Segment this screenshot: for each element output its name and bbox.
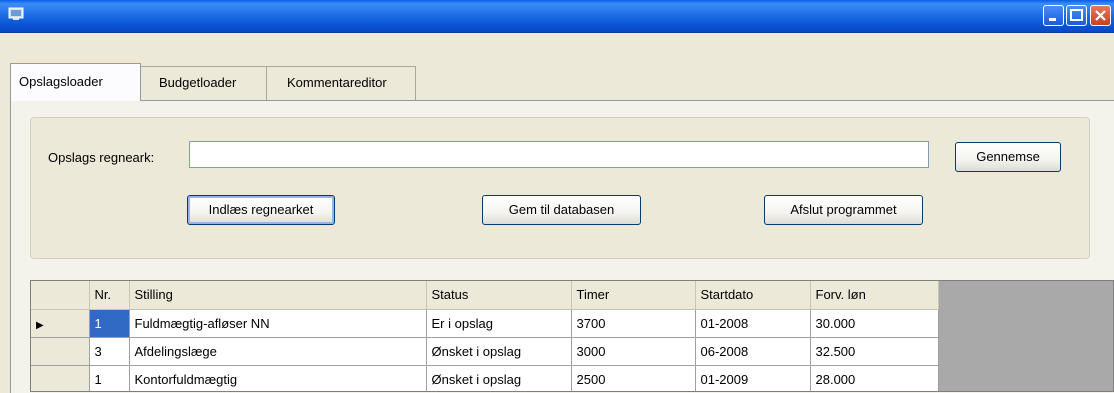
grid-cell-forv-lon[interactable]: 30.000	[810, 309, 939, 338]
grid-cell-timer[interactable]: 3700	[571, 309, 696, 338]
table-row[interactable]: 3 Afdelingslæge Ønsket i opslag 3000 06-…	[31, 337, 939, 366]
browse-button[interactable]: Gennemse	[955, 142, 1061, 172]
grid-table: Nr. Stilling Status Timer Startdato Forv…	[31, 281, 939, 391]
grid-cell-startdato[interactable]: 06-2008	[695, 337, 811, 366]
row-header[interactable]	[31, 337, 90, 366]
save-to-database-button[interactable]: Gem til databasen	[482, 195, 641, 225]
row-header[interactable]: ▶	[31, 309, 90, 338]
grid-cell-timer[interactable]: 3000	[571, 337, 696, 366]
grid-cell-startdato[interactable]: 01-2008	[695, 309, 811, 338]
quit-program-button[interactable]: Afslut programmet	[764, 195, 923, 225]
table-row[interactable]: ▶ 1 Fuldmægtig-afløser NN Er i opslag 37…	[31, 309, 939, 338]
column-header-nr[interactable]: Nr.	[89, 281, 130, 310]
grid-cell-status[interactable]: Er i opslag	[426, 309, 572, 338]
app-icon	[8, 7, 24, 20]
maximize-icon	[1070, 9, 1083, 21]
grid-cell-forv-lon[interactable]: 32.500	[810, 337, 939, 366]
load-spreadsheet-button[interactable]: Indlæs regnearket	[187, 195, 335, 225]
grid-cell-nr[interactable]: 1	[89, 365, 130, 391]
grid-cell-status[interactable]: Ønsket i opslag	[426, 337, 572, 366]
spreadsheet-path-input[interactable]	[189, 141, 929, 168]
column-header-stilling[interactable]: Stilling	[129, 281, 427, 310]
column-header-status[interactable]: Status	[426, 281, 572, 310]
close-icon	[1095, 10, 1106, 21]
column-header-forv-lon[interactable]: Forv. løn	[810, 281, 939, 310]
close-button[interactable]	[1090, 5, 1111, 26]
tab-budgetloader[interactable]: Budgetloader	[140, 66, 267, 100]
grid-cell-nr[interactable]: 1	[89, 309, 130, 338]
current-row-indicator-icon: ▶	[36, 319, 44, 331]
data-grid[interactable]: Nr. Stilling Status Timer Startdato Forv…	[30, 280, 1114, 392]
grid-cell-status[interactable]: Ønsket i opslag	[426, 365, 572, 391]
grid-cell-nr[interactable]: 3	[89, 337, 130, 366]
grid-cell-startdato[interactable]: 01-2009	[695, 365, 811, 391]
grid-cell-forv-lon[interactable]: 28.000	[810, 365, 939, 391]
table-row[interactable]: 1 Kontorfuldmægtig Ønsket i opslag 2500 …	[31, 365, 939, 391]
tab-opslagsloader[interactable]: Opslagsloader	[10, 63, 141, 101]
row-header[interactable]	[31, 365, 90, 391]
minimize-button[interactable]	[1043, 5, 1064, 26]
tab-kommentareditor[interactable]: Kommentareditor	[266, 66, 416, 100]
title-bar	[0, 0, 1114, 33]
row-header-corner	[31, 281, 90, 310]
grid-cell-timer[interactable]: 2500	[571, 365, 696, 391]
minimize-icon	[1049, 18, 1056, 21]
grid-cell-stilling[interactable]: Kontorfuldmægtig	[129, 365, 427, 391]
column-header-timer[interactable]: Timer	[571, 281, 696, 310]
grid-header-row: Nr. Stilling Status Timer Startdato Forv…	[31, 281, 939, 310]
maximize-button[interactable]	[1066, 5, 1087, 26]
column-header-startdato[interactable]: Startdato	[695, 281, 811, 310]
grid-cell-stilling[interactable]: Afdelingslæge	[129, 337, 427, 366]
grid-cell-stilling[interactable]: Fuldmægtig-afløser NN	[129, 309, 427, 338]
spreadsheet-label: Opslags regneark:	[48, 150, 155, 165]
form-group	[30, 117, 1090, 259]
